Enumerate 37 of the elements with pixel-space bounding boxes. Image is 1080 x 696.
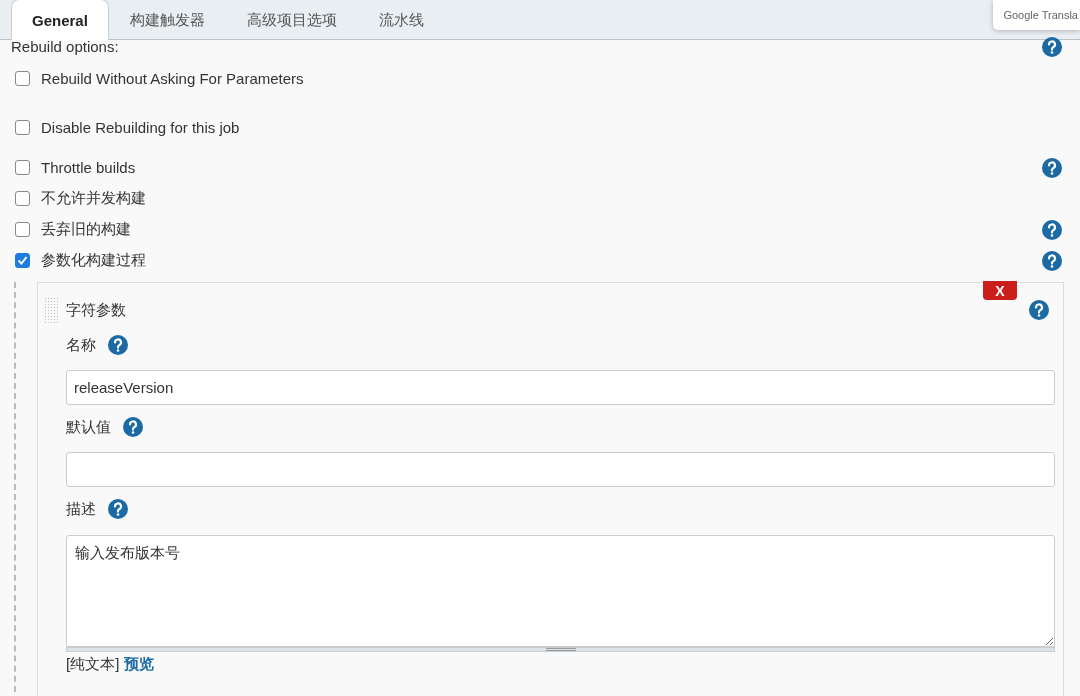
option-label: Throttle builds	[41, 159, 137, 176]
text-field[interactable]	[66, 452, 1055, 487]
preview-link[interactable]: 预览	[124, 655, 155, 674]
help-icon[interactable]	[1042, 157, 1062, 178]
field-label: 默认值	[66, 417, 111, 437]
help-icon[interactable]	[108, 499, 128, 519]
help-icon[interactable]	[1042, 37, 1062, 57]
tab[interactable]: 构建触发器	[108, 0, 226, 40]
help-icon[interactable]	[1042, 250, 1062, 271]
option-label: 不允许并发构建	[41, 189, 147, 208]
parameter-title: 字符参数	[66, 300, 126, 320]
field-label: 描述	[66, 499, 96, 519]
field-label: 名称	[66, 335, 96, 355]
checkbox[interactable]	[15, 160, 30, 175]
tab[interactable]: General	[11, 0, 109, 40]
resize-handle[interactable]	[66, 647, 1055, 652]
checkbox[interactable]	[15, 120, 30, 135]
checkbox[interactable]	[15, 191, 30, 206]
tab[interactable]: 流水线	[357, 0, 445, 40]
checkbox[interactable]	[15, 253, 30, 268]
section-label: Rebuild options:	[11, 40, 119, 54]
help-icon[interactable]	[123, 417, 143, 437]
option-label: Rebuild Without Asking For Parameters	[41, 70, 305, 87]
text-area[interactable]: 输入发布版本号	[66, 535, 1055, 647]
option-label: Disable Rebuilding for this job	[41, 119, 241, 136]
option-label: 参数化构建过程	[41, 251, 147, 270]
delete-button[interactable]: X	[983, 281, 1017, 300]
option-label: 丢弃旧的构建	[41, 220, 132, 239]
tab[interactable]: 高级项目选项	[225, 0, 358, 40]
help-icon[interactable]	[108, 335, 128, 355]
checkbox[interactable]	[15, 71, 30, 86]
format-note: [纯文本]	[66, 655, 120, 674]
translate-popup[interactable]: Google Transla	[993, 0, 1080, 30]
help-icon[interactable]	[1029, 300, 1049, 320]
text-field[interactable]: releaseVersion	[66, 370, 1055, 405]
checkbox[interactable]	[15, 222, 30, 237]
help-icon[interactable]	[1042, 219, 1062, 240]
